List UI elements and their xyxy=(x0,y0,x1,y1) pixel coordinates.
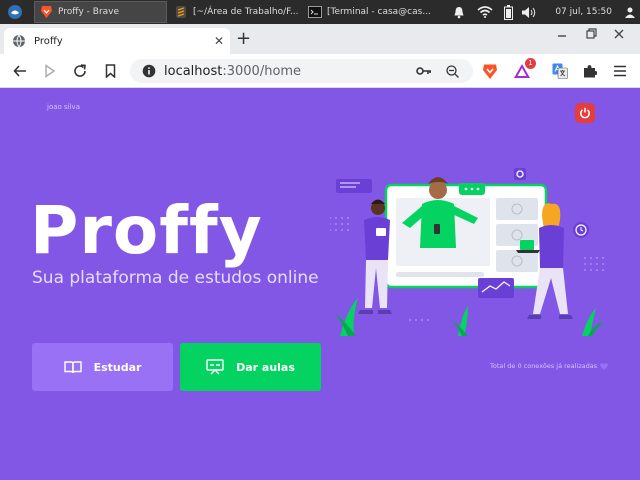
brave-shields-button[interactable] xyxy=(480,61,500,81)
brave-lion-icon xyxy=(39,5,53,19)
forward-arrow-icon xyxy=(45,64,56,78)
user-session-icon[interactable] xyxy=(622,0,638,24)
proffy-logo: Proffy xyxy=(30,192,263,269)
logout-button[interactable] xyxy=(575,103,595,123)
close-window-button[interactable] xyxy=(614,28,624,42)
tab-close-icon[interactable]: ✕ xyxy=(214,34,224,48)
taskbar-window-editor[interactable]: [~/Área de Trabalho/F... xyxy=(170,1,302,23)
hero-illustration xyxy=(330,168,604,336)
taskbar-window-terminal[interactable]: [Terminal - casa@cas... xyxy=(304,1,434,23)
xfce-logo-icon xyxy=(8,5,22,19)
terminal-icon xyxy=(308,5,322,19)
reload-button[interactable] xyxy=(70,61,90,81)
restore-window-button[interactable] xyxy=(586,28,597,42)
browser-tab[interactable]: Proffy ✕ xyxy=(4,28,230,54)
key-icon[interactable] xyxy=(416,66,432,76)
bookmark-icon xyxy=(105,64,115,78)
total-connections: Total de 0 conexões já realizadas xyxy=(490,362,608,370)
zoom-out-icon[interactable] xyxy=(446,65,459,78)
presentation-board-icon xyxy=(206,359,224,375)
study-button-label: Estudar xyxy=(93,360,142,374)
browser-tab-strip: Proffy ✕ xyxy=(0,24,640,54)
taskbar-window-title: [~/Área de Trabalho/F... xyxy=(193,7,299,17)
proffy-landing-page: joao silva Proffy Sua plataforma de estu… xyxy=(0,88,640,480)
app-menu-button[interactable] xyxy=(2,1,28,23)
study-button[interactable]: Estudar xyxy=(32,343,173,391)
brave-shield-icon xyxy=(483,64,497,79)
taskbar-window-title: [Terminal - casa@cas... xyxy=(327,7,431,17)
clock[interactable]: 07 jul, 15:50 xyxy=(555,0,612,24)
back-arrow-icon xyxy=(13,65,26,77)
bookmark-button[interactable] xyxy=(100,61,120,81)
forward-button[interactable] xyxy=(40,61,60,81)
sublime-text-icon xyxy=(174,5,188,19)
browser-toolbar: localhost:3000/home 1 xyxy=(0,54,640,88)
translate-icon xyxy=(552,63,568,79)
give-classes-button-label: Dar aulas xyxy=(236,360,295,374)
open-book-icon xyxy=(63,360,82,374)
give-classes-button[interactable]: Dar aulas xyxy=(180,343,321,391)
taskbar-window-brave[interactable]: Proffy - Brave xyxy=(34,1,167,23)
puzzle-piece-icon xyxy=(584,65,597,78)
translate-extension-button[interactable] xyxy=(550,61,570,81)
rewards-badge: 1 xyxy=(525,58,536,69)
volume-icon[interactable] xyxy=(520,0,538,24)
extensions-button[interactable] xyxy=(580,61,600,81)
os-taskbar: Proffy - Brave [~/Área de Trabalho/F... … xyxy=(0,0,640,24)
reload-icon xyxy=(74,64,86,77)
tab-title: Proffy xyxy=(34,35,63,47)
battery-icon[interactable] xyxy=(501,0,515,24)
taskbar-window-title: Proffy - Brave xyxy=(58,7,120,17)
url-path: :3000/home xyxy=(222,63,302,79)
menu-button[interactable] xyxy=(610,61,630,81)
address-bar[interactable]: localhost:3000/home xyxy=(130,59,473,83)
profile-name-link[interactable]: joao silva xyxy=(47,103,80,111)
hamburger-menu-icon xyxy=(614,65,626,77)
tagline: Sua plataforma de estudos online xyxy=(32,268,319,288)
back-button[interactable] xyxy=(10,61,30,81)
purple-heart-icon xyxy=(600,362,608,370)
globe-favicon-icon xyxy=(13,34,25,48)
notifications-bell-icon[interactable] xyxy=(450,0,468,24)
site-info-icon[interactable] xyxy=(142,64,156,78)
brave-rewards-button[interactable]: 1 xyxy=(512,58,536,81)
total-connections-text: Total de 0 conexões já realizadas xyxy=(490,362,598,370)
url-host: localhost xyxy=(164,63,223,79)
wifi-icon[interactable] xyxy=(475,0,495,24)
minimize-window-button[interactable] xyxy=(557,28,567,42)
power-icon xyxy=(580,107,590,119)
new-tab-button[interactable]: + xyxy=(236,30,251,48)
